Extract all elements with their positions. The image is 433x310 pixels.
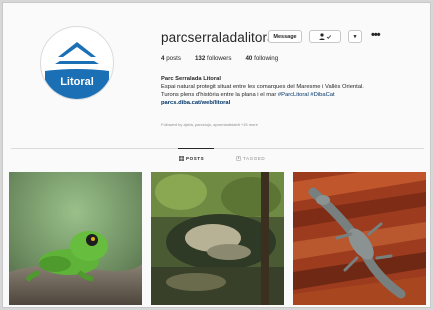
followed-by-text[interactable]: Followed by ajiela, parcsiojo, apromiade… — [161, 122, 258, 127]
bio-hashtags[interactable]: #ParcLitoral #DibaCat — [278, 92, 335, 98]
bio-line-1: Espai natural protegit situat entre les … — [161, 84, 364, 90]
grid-icon — [179, 156, 184, 161]
following-button[interactable] — [309, 30, 341, 43]
posts-stat: 4 posts — [161, 55, 181, 62]
profile-avatar[interactable]: Litoral — [40, 26, 114, 100]
profile-bio: Parc Serralada Litoral Espai natural pro… — [161, 75, 430, 107]
tab-tagged[interactable]: TAGGED — [236, 156, 265, 161]
frog-photo — [9, 172, 142, 305]
profile-website-link[interactable]: parcs.diba.cat/web/litoral — [161, 99, 430, 107]
litoral-logo-icon: Litoral — [42, 28, 112, 99]
post-tile-gecko[interactable] — [293, 172, 426, 305]
tab-tagged-label: TAGGED — [243, 156, 266, 161]
followers-stat[interactable]: 132 followers — [195, 55, 231, 62]
profile-username: parcserraladalitoral — [161, 30, 278, 45]
avatar-logo-text: Litoral — [60, 76, 94, 88]
profile-display-name: Parc Serralada Litoral — [161, 76, 221, 82]
bio-line-2: Turons plens d'història entre la plana i… — [161, 92, 335, 98]
person-check-icon — [319, 33, 332, 40]
suggestions-dropdown-button[interactable]: ▾ — [348, 30, 362, 43]
more-options-icon[interactable]: ••• — [371, 29, 381, 41]
tabs-divider — [11, 148, 424, 149]
stream-photo — [151, 172, 284, 305]
message-button[interactable]: Message — [268, 30, 302, 43]
tab-posts[interactable]: POSTS — [179, 156, 204, 161]
active-tab-indicator — [178, 148, 214, 149]
instagram-profile-page: Litoral parcserraladalitoral Message ▾ •… — [2, 2, 431, 308]
gecko-photo — [293, 172, 426, 305]
post-tile-stream[interactable] — [151, 172, 284, 305]
tag-icon — [236, 156, 241, 161]
tab-posts-label: POSTS — [186, 156, 205, 161]
following-stat[interactable]: 40 following — [245, 55, 278, 62]
post-tile-frog[interactable] — [9, 172, 142, 305]
profile-stats: 4 posts 132 followers 40 following — [161, 55, 278, 62]
